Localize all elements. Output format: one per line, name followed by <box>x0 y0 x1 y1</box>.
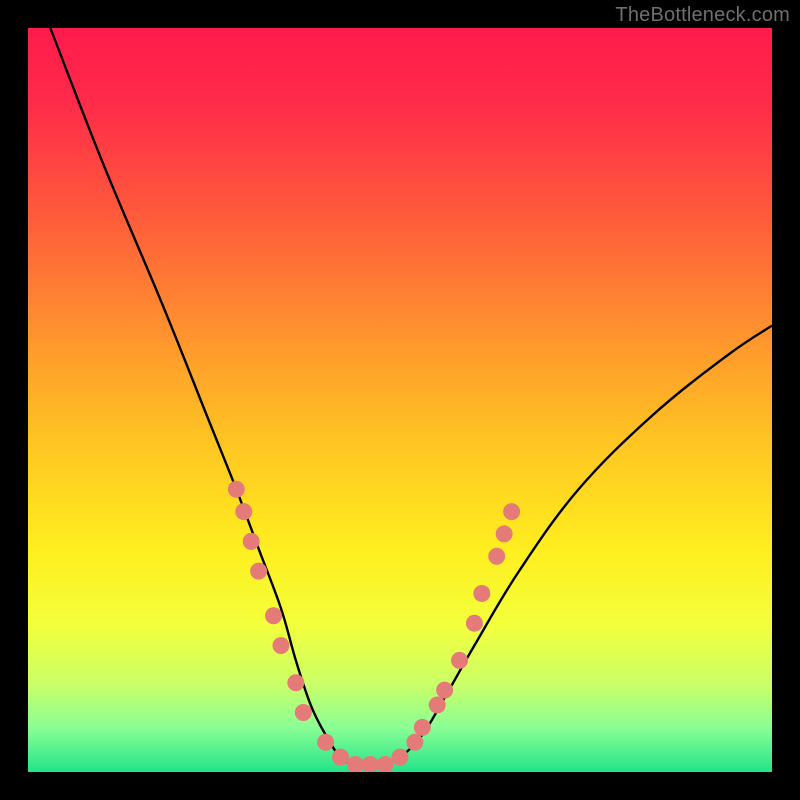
watermark-text: TheBottleneck.com <box>615 4 790 27</box>
data-marker <box>503 503 520 520</box>
data-marker <box>392 749 409 766</box>
data-marker <box>272 637 289 654</box>
bottleneck-curve <box>50 28 772 766</box>
data-marker <box>362 756 379 772</box>
data-marker <box>332 749 349 766</box>
plot-area <box>28 28 772 772</box>
data-marker <box>436 682 453 699</box>
data-marker <box>265 607 282 624</box>
data-marker <box>317 734 334 751</box>
data-marker <box>429 697 446 714</box>
chart-frame: TheBottleneck.com <box>0 0 800 800</box>
data-marker <box>496 525 513 542</box>
data-marker <box>414 719 431 736</box>
data-marker <box>228 481 245 498</box>
data-marker <box>466 615 483 632</box>
data-marker <box>287 674 304 691</box>
data-marker <box>250 563 267 580</box>
data-marker <box>406 734 423 751</box>
data-marker <box>347 756 364 772</box>
data-marker <box>451 652 468 669</box>
data-marker <box>235 503 252 520</box>
curve-layer <box>28 28 772 772</box>
data-marker <box>295 704 312 721</box>
data-marker <box>488 548 505 565</box>
data-marker <box>473 585 490 602</box>
data-marker <box>377 756 394 772</box>
data-marker <box>243 533 260 550</box>
curve-markers <box>228 481 520 772</box>
